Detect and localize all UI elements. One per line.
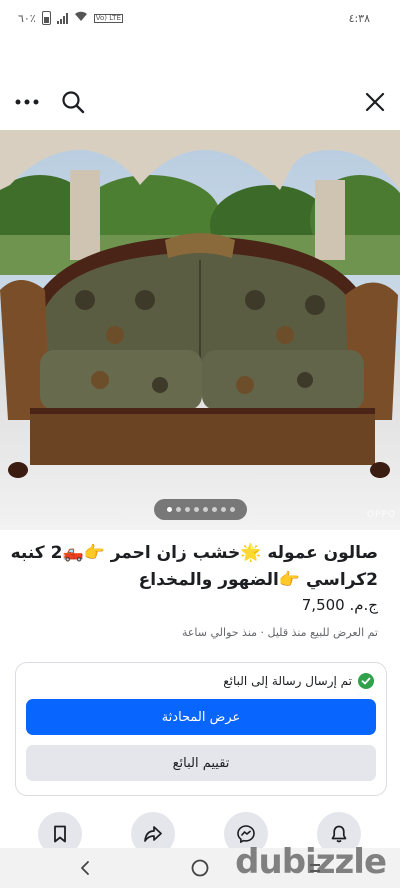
pager-dot[interactable] (166, 507, 172, 512)
rate-seller-button[interactable]: تقييم البائع (26, 745, 376, 781)
search-icon[interactable] (58, 80, 88, 124)
listing-price: ج.م. 7,500 (301, 596, 378, 614)
listing-meta: تم العرض للبيع منذ قليل · منذ حوالي ساعة (181, 626, 378, 639)
home-icon[interactable] (185, 848, 215, 888)
pager-dot[interactable] (211, 507, 217, 512)
network-badge: Vo) LTE (93, 13, 123, 23)
close-icon[interactable] (360, 80, 390, 124)
view-conversation-button[interactable]: عرض المحادثة (26, 699, 376, 735)
sofa-photo (0, 130, 400, 530)
pager-dot[interactable] (193, 507, 199, 512)
pager-dot[interactable] (220, 507, 226, 512)
listing-title: صالون عموله 🌟خشب زان احمر 👉🛻2 كنبه 2كراس… (10, 543, 378, 590)
message-card: تم إرسال رسالة إلى البائع عرض المحادثة ت… (15, 662, 387, 796)
wifi-icon (74, 11, 88, 25)
clock: ٤:٣٨ (348, 11, 370, 25)
pager-dot[interactable] (175, 507, 181, 512)
message-sent-notice: تم إرسال رسالة إلى البائع (223, 673, 374, 689)
pager-dot[interactable] (184, 507, 190, 512)
dubizzle-watermark: dubizzle (235, 842, 387, 882)
sent-notice-text: تم إرسال رسالة إلى البائع (223, 674, 352, 688)
camera-watermark: OPPO (366, 510, 396, 520)
battery-icon (41, 11, 51, 25)
status-bar: ٦٠٪ Vo) LTE ٤:٣٨ (0, 0, 400, 36)
signal-icon (56, 12, 68, 24)
image-pager[interactable] (154, 499, 247, 520)
battery-level: ٦٠٪ (18, 11, 36, 25)
listing-photo[interactable]: OPPO (0, 130, 400, 530)
check-icon (358, 673, 374, 689)
pager-dot[interactable] (202, 507, 208, 512)
top-bar (0, 80, 400, 124)
pager-dot[interactable] (229, 507, 235, 512)
back-icon[interactable] (70, 848, 100, 888)
status-indicators: ٦٠٪ Vo) LTE (18, 11, 123, 25)
more-icon[interactable] (12, 80, 42, 124)
